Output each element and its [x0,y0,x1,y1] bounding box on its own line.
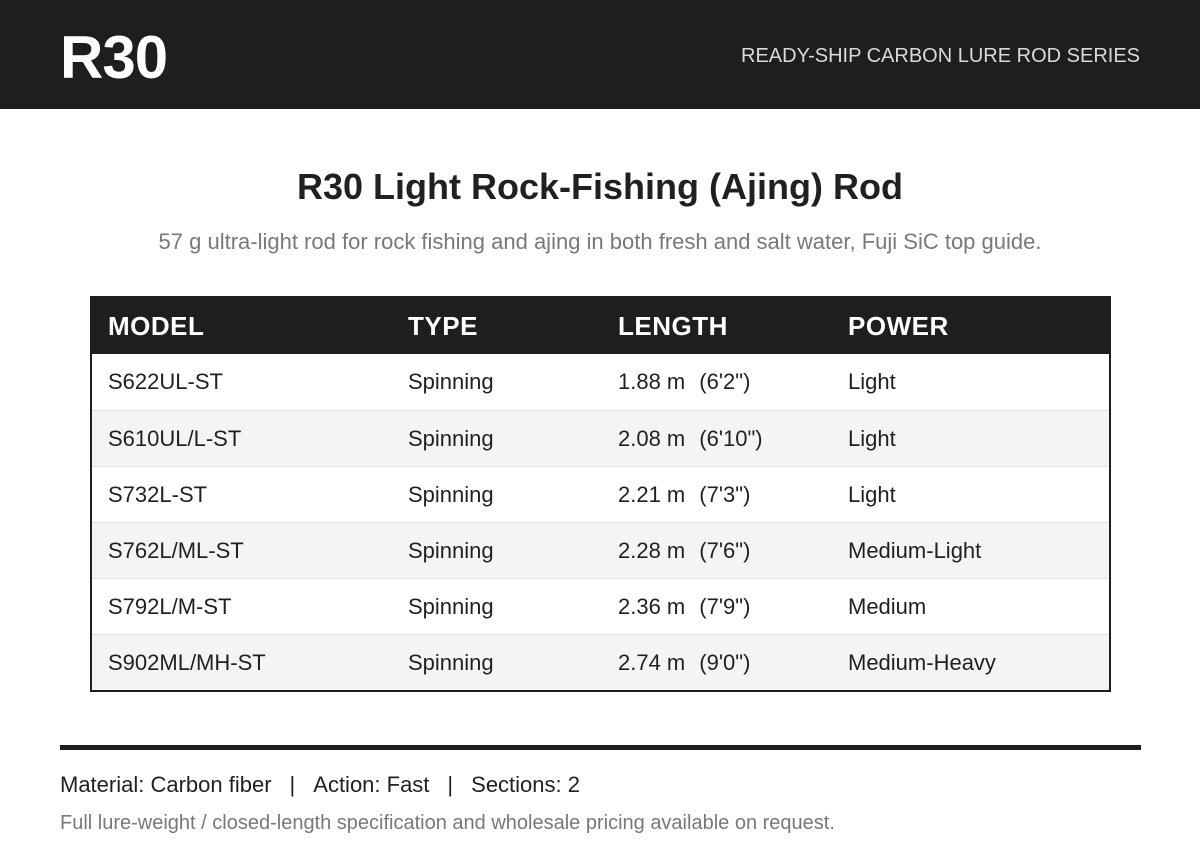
cell-length: 2.08 m (6'10") [602,426,832,452]
product-subtitle: 57 g ultra-light rod for rock fishing an… [158,229,1042,254]
length-imperial: (9'0") [699,649,751,675]
cell-power: Light [848,369,896,394]
cell-model: S792L/M-ST [108,593,232,619]
cell-length: 1.88 m (6'2") [602,369,832,395]
pricing-note: Full lure-weight / closed-length specifi… [60,812,835,834]
cell-model: S762L/ML-ST [108,537,244,563]
cell-length: 2.74 m (9'0") [602,650,832,676]
table-row: S622UL-ST Spinning 1.88 m (6'2") Light [92,354,1109,410]
length-imperial: (6'2") [699,369,751,394]
cell-type: Spinning [408,593,494,619]
table-header: MODEL TYPE LENGTH POWER [92,298,1109,354]
length-imperial: (7'9") [699,593,751,619]
column-header-power: POWER [848,310,949,341]
spec-material: Material: Carbon fiber [60,772,272,797]
footer-divider [60,745,1141,750]
cell-power: Medium-Light [848,537,982,563]
cell-length: 2.21 m (7'3") [602,482,832,508]
length-metric: 2.28 m [618,537,686,563]
length-imperial: (7'3") [699,481,751,507]
table-row: S762L/ML-ST Spinning 2.28 m (7'6") Medium… [92,522,1109,578]
length-metric: 2.36 m [618,593,686,619]
table-row: S902ML/MH-ST Spinning 2.74 m (9'0") Mediu… [92,634,1109,690]
cell-model: S622UL-ST [108,369,223,394]
length-metric: 2.08 m [618,425,686,451]
cell-power: Medium-Heavy [848,649,996,675]
header-bar: R30 READY-SHIP CARBON LURE ROD SERIES [0,0,1200,109]
series-label: READY-SHIP CARBON LURE ROD SERIES [741,45,1140,67]
spec-summary: Material: Carbon fiber | Action: Fast | Sect… [60,772,580,798]
spec-separator: | [447,772,454,797]
table-body: S622UL-ST Spinning 1.88 m (6'2") Light S6… [92,354,1109,690]
product-title: R30 Light Rock-Fishing (Ajing) Rod [297,166,903,207]
spec-table: MODEL TYPE LENGTH POWER S622UL-ST Spinni… [90,296,1111,692]
cell-model: S902ML/MH-ST [108,649,266,675]
table-row: S792L/M-ST Spinning 2.36 m (7'9") Medium [92,578,1109,634]
cell-type: Spinning [408,537,494,563]
spec-separator: | [289,772,296,797]
cell-length: 2.36 m (7'9") [602,594,832,620]
cell-type: Spinning [408,481,494,507]
length-metric: 1.88 m [618,369,686,394]
length-metric: 2.74 m [618,649,686,675]
cell-power: Light [848,425,896,451]
length-imperial: (7'6") [699,537,751,563]
cell-length: 2.28 m (7'6") [602,538,832,564]
cell-model: S732L-ST [108,481,208,507]
table-row: S732L-ST Spinning 2.21 m (7'3") Light [92,466,1109,522]
cell-power: Light [848,481,896,507]
length-metric: 2.21 m [618,481,686,507]
column-header-type: TYPE [408,310,478,341]
brand-logo-text: R30 [60,24,168,91]
column-header-length: LENGTH [618,310,728,341]
spec-sections: Sections: 2 [471,772,580,797]
cell-type: Spinning [408,649,494,675]
column-header-model: MODEL [108,310,205,341]
cell-power: Medium [848,593,927,619]
spec-action: Action: Fast [313,772,430,797]
cell-type: Spinning [408,425,494,451]
cell-type: Spinning [408,369,494,394]
length-imperial: (6'10") [699,425,763,451]
table-row: S610UL/L-ST Spinning 2.08 m (6'10") Light [92,410,1109,466]
cell-model: S610UL/L-ST [108,425,242,451]
